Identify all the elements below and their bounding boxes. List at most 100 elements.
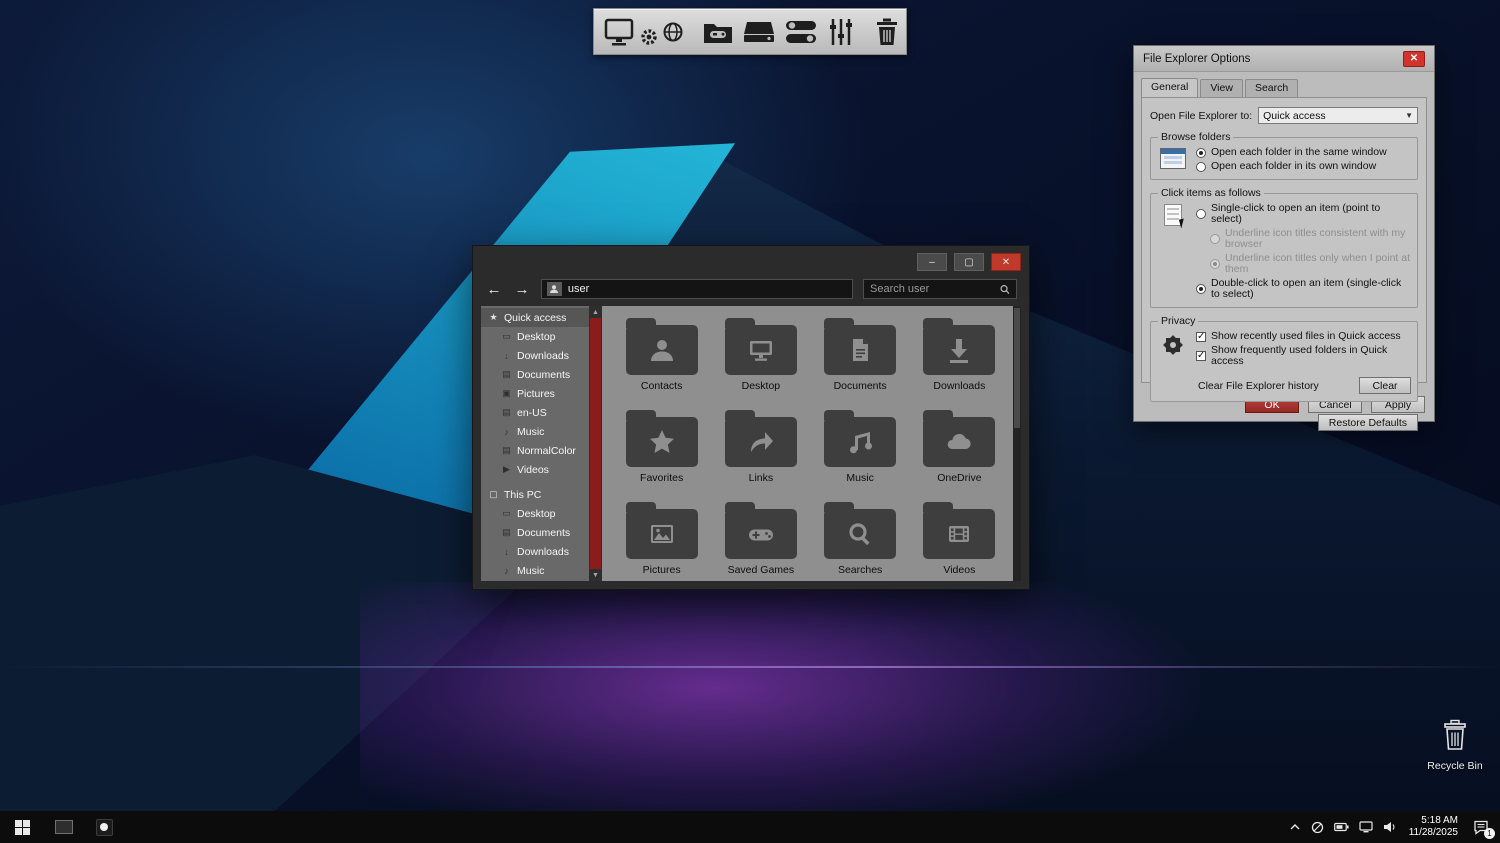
tray-status-icon[interactable]	[1311, 821, 1324, 834]
sidebar-item-pc-music[interactable]: ♪Music	[481, 561, 589, 580]
tab-view[interactable]: View	[1200, 79, 1243, 98]
content-scroll-thumb[interactable]	[1014, 308, 1020, 428]
search-input[interactable]	[870, 283, 996, 295]
contacts-icon	[648, 336, 676, 364]
radio-single-click[interactable]	[1196, 209, 1206, 219]
tab-general[interactable]: General	[1141, 78, 1198, 97]
tab-search[interactable]: Search	[1245, 79, 1298, 98]
option-single-click[interactable]: Single-click to open an item (point to s…	[1196, 203, 1411, 225]
folder-item-onedrive[interactable]: OneDrive	[910, 410, 1009, 495]
folder-item-downloads[interactable]: Downloads	[910, 318, 1009, 403]
close-button[interactable]: ✕	[991, 253, 1021, 271]
folder-label: Desktop	[742, 380, 781, 392]
tray-network-icon[interactable]	[1359, 821, 1373, 833]
equalizer-icon[interactable]	[827, 17, 855, 47]
option-double-click[interactable]: Double-click to open an item (single-cli…	[1196, 278, 1411, 300]
folder-item-searches[interactable]: Searches	[811, 502, 910, 581]
taskbar-app-1[interactable]	[44, 811, 84, 843]
checkbox-show-recent[interactable]	[1196, 332, 1206, 342]
folder-item-music[interactable]: Music	[811, 410, 910, 495]
start-button[interactable]	[0, 811, 44, 843]
favorites-icon	[648, 428, 676, 456]
open-file-explorer-select[interactable]: Quick access ▼	[1258, 107, 1418, 124]
trash-icon[interactable]	[873, 16, 901, 48]
recycle-bin-shortcut[interactable]: Recycle Bin	[1424, 718, 1486, 772]
folder-item-saved-games[interactable]: Saved Games	[711, 502, 810, 581]
explorer-content: Contacts Desktop	[602, 306, 1013, 581]
system-tray: 5:18 AM 11/28/2025 1	[1289, 815, 1500, 839]
radio-underline-browser	[1210, 234, 1220, 244]
folder-label: Pictures	[643, 564, 681, 576]
sidebar-item-normalcolor[interactable]: ▤NormalColor	[481, 441, 589, 460]
search-box[interactable]	[863, 279, 1017, 299]
content-scrollbar[interactable]	[1013, 306, 1021, 581]
drive-icon[interactable]	[743, 18, 775, 46]
clear-button[interactable]: Clear	[1359, 377, 1411, 394]
display-icon[interactable]	[604, 17, 638, 47]
sidebar-item-pc-desktop[interactable]: ▭Desktop	[481, 504, 589, 523]
music-icon: ♪	[501, 566, 512, 576]
minimize-button[interactable]: –	[917, 253, 947, 271]
sidebar-scroll-thumb[interactable]	[590, 318, 601, 569]
notification-badge: 1	[1484, 828, 1495, 839]
radio-same-window[interactable]	[1196, 148, 1206, 158]
action-center-button[interactable]: 1	[1470, 816, 1492, 838]
folder-icon: ▤	[501, 407, 512, 418]
sidebar-item-en-us[interactable]: ▤en-US	[481, 403, 589, 422]
option-show-frequent[interactable]: Show frequently used folders in Quick ac…	[1196, 345, 1411, 367]
taskbar: 5:18 AM 11/28/2025 1	[0, 811, 1500, 843]
radio-double-click[interactable]	[1196, 284, 1206, 294]
option-underline-point: Underline icon titles only when I point …	[1210, 253, 1411, 275]
explorer-titlebar[interactable]: – ▢ ✕	[473, 246, 1029, 276]
sidebar-item-this-pc[interactable]: ▢ This PC	[481, 485, 589, 504]
folder-item-links[interactable]: Links	[711, 410, 810, 495]
forward-arrow-icon[interactable]: →	[513, 282, 531, 297]
radio-own-window[interactable]	[1196, 162, 1206, 172]
scroll-up-icon[interactable]: ▲	[589, 306, 602, 318]
option-same-window[interactable]: Open each folder in the same window	[1196, 147, 1411, 158]
taskbar-clock[interactable]: 5:18 AM 11/28/2025	[1407, 815, 1460, 839]
taskbar-app-2[interactable]	[84, 811, 124, 843]
game-folder-icon[interactable]	[702, 18, 734, 46]
sidebar-item-quick-access[interactable]: ★ Quick access	[481, 308, 589, 327]
folder-item-favorites[interactable]: Favorites	[612, 410, 711, 495]
sidebar-item-pictures[interactable]: ▣Pictures	[481, 384, 589, 403]
option-show-recent[interactable]: Show recently used files in Quick access	[1196, 331, 1411, 342]
scroll-down-icon[interactable]: ▼	[589, 569, 602, 581]
folder-item-pictures[interactable]: Pictures	[612, 502, 711, 581]
sidebar-item-documents[interactable]: ▤Documents	[481, 365, 589, 384]
sidebar-item-desktop[interactable]: ▭Desktop	[481, 327, 589, 346]
sidebar-item-music[interactable]: ♪Music	[481, 422, 589, 441]
sidebar-item-pc-documents[interactable]: ▤Documents	[481, 523, 589, 542]
maximize-button[interactable]: ▢	[954, 253, 984, 271]
folder-label: Contacts	[641, 380, 682, 392]
tray-battery-icon[interactable]	[1334, 822, 1349, 832]
sidebar-item-pc-downloads[interactable]: ↓Downloads	[481, 542, 589, 561]
sidebar-scrollbar[interactable]: ▲ ▼	[589, 306, 602, 581]
searches-icon	[846, 520, 874, 548]
sidebar-item-videos[interactable]: ▶Videos	[481, 460, 589, 479]
dialog-close-button[interactable]: ✕	[1403, 51, 1425, 67]
checkbox-show-frequent[interactable]	[1196, 351, 1206, 361]
dialog-titlebar[interactable]: File Explorer Options ✕	[1134, 46, 1434, 72]
folder-item-desktop[interactable]: Desktop	[711, 318, 810, 403]
restore-defaults-button[interactable]: Restore Defaults	[1318, 414, 1418, 431]
option-own-window[interactable]: Open each folder in its own window	[1196, 161, 1411, 172]
music-icon: ♪	[501, 427, 512, 437]
toggles-icon[interactable]	[784, 18, 818, 46]
globe-icon[interactable]	[662, 21, 684, 43]
music-icon	[846, 428, 874, 456]
folder-item-contacts[interactable]: Contacts	[612, 318, 711, 403]
tray-volume-icon[interactable]	[1383, 821, 1397, 833]
sidebar-item-downloads[interactable]: ↓Downloads	[481, 346, 589, 365]
back-arrow-icon[interactable]: ←	[485, 282, 503, 297]
folder-icon: ▤	[501, 445, 512, 456]
folder-item-documents[interactable]: Documents	[811, 318, 910, 403]
documents-icon	[846, 336, 874, 364]
chevron-up-icon[interactable]	[1289, 823, 1301, 831]
click-items-legend: Click items as follows	[1158, 187, 1264, 199]
address-bar[interactable]	[541, 279, 853, 299]
gear-icon[interactable]	[639, 27, 659, 47]
folder-item-videos[interactable]: Videos	[910, 502, 1009, 581]
address-input[interactable]	[568, 283, 847, 295]
